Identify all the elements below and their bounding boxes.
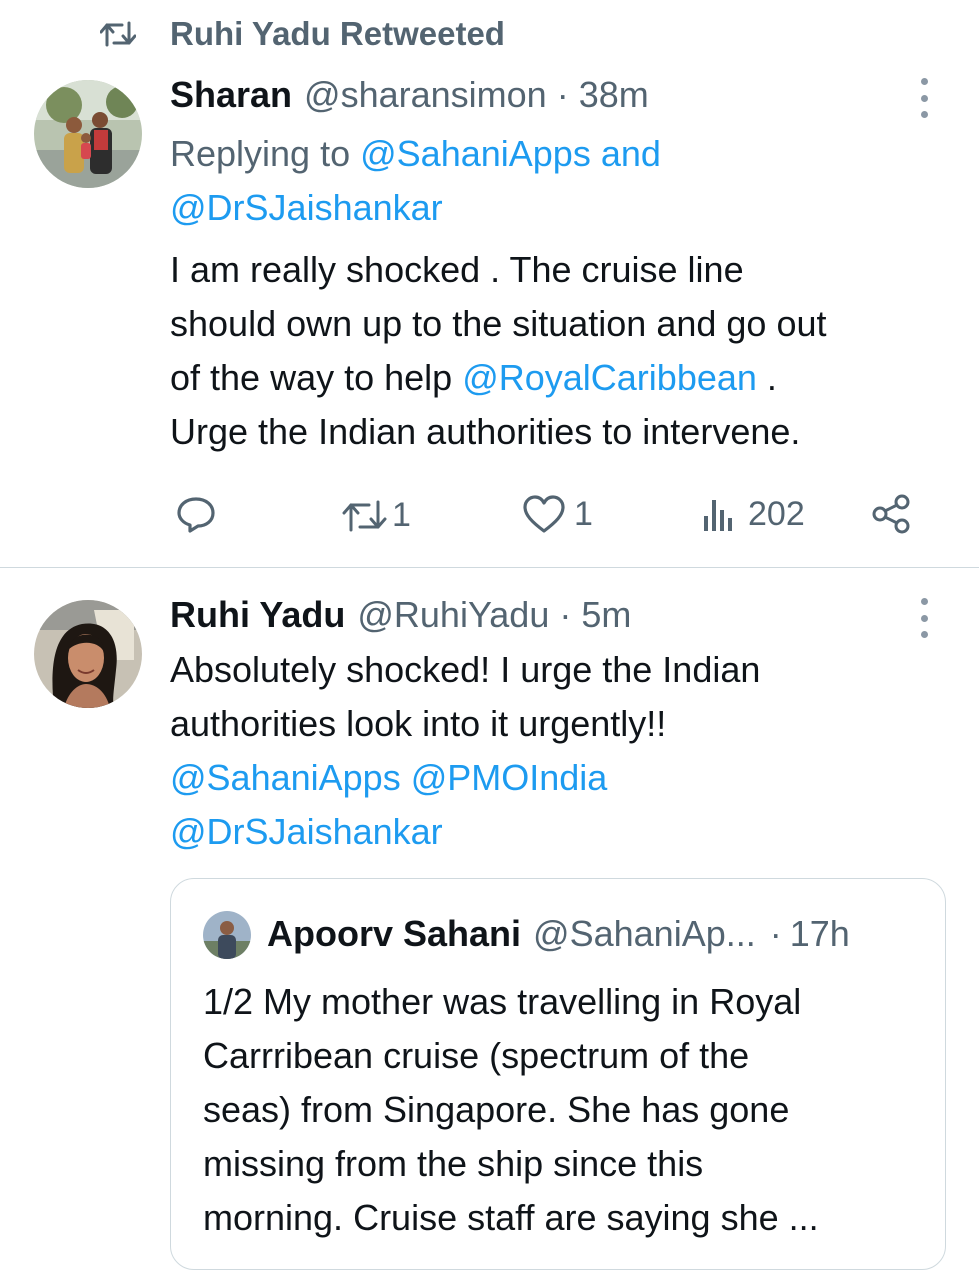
quoted-text: Carrribean cruise (spectrum of the <box>203 1035 750 1076</box>
tweet-text: I am really shocked . The cruise line <box>170 249 744 290</box>
tweet-text: authorities look into it urgently!! <box>170 703 667 744</box>
views-button[interactable]: 202 <box>700 494 805 534</box>
separator-dot: · <box>559 594 572 635</box>
avatar-sharan[interactable] <box>34 80 142 188</box>
retweet-header[interactable]: Ruhi Yadu Retweeted <box>100 14 505 54</box>
quoted-text: missing from the ship since this <box>203 1143 704 1184</box>
quoted-tweet-header: Apoorv Sahani @SahaniAp... · 17h <box>267 913 850 955</box>
tweet-1-body: I am really shocked . The cruise line sh… <box>170 243 827 459</box>
author-name[interactable]: Ruhi Yadu <box>170 594 345 636</box>
replying-to-label: Replying to <box>170 133 351 174</box>
tweet-2-body: Absolutely shocked! I urge the Indian au… <box>170 643 760 859</box>
more-options-icon[interactable] <box>916 598 932 638</box>
replying-to: Replying to @SahaniApps and @DrSJaishank… <box>170 127 661 235</box>
retweet-count: 1 <box>392 496 411 534</box>
mention-link[interactable]: @PMOIndia <box>411 757 608 798</box>
tweet-divider <box>0 567 979 568</box>
heart-icon <box>523 495 565 533</box>
views-count: 202 <box>748 494 805 533</box>
quoted-tweet-card[interactable]: Apoorv Sahani @SahaniAp... · 17h 1/2 My … <box>170 878 946 1270</box>
tweet-2-header: Ruhi Yadu @RuhiYadu · 5m <box>170 594 631 636</box>
avatar-apoorv-sahani[interactable] <box>203 911 251 959</box>
mention-link[interactable]: @DrSJaishankar <box>170 811 443 852</box>
tweet-text: should own up to the situation and go ou… <box>170 303 827 344</box>
reply-icon <box>177 497 215 533</box>
reply-button[interactable] <box>176 494 216 534</box>
retweet-button[interactable]: 1 <box>342 496 411 535</box>
quoted-tweet-body: 1/2 My mother was travelling in Royal Ca… <box>203 975 819 1245</box>
tweet-text: . <box>766 357 777 398</box>
mention-link[interactable]: @SahaniApps <box>360 133 591 174</box>
retweet-icon <box>342 500 387 531</box>
tweet-time[interactable]: 5m <box>581 594 631 636</box>
reply-and: and <box>600 133 661 174</box>
quoted-text: 1/2 My mother was travelling in Royal <box>203 981 802 1022</box>
mention-link[interactable]: @DrSJaishankar <box>170 187 443 228</box>
mention-link[interactable]: @RoyalCaribbean <box>462 357 757 398</box>
tweet-text: Absolutely shocked! I urge the Indian <box>170 649 761 690</box>
retweet-label: Ruhi Yadu Retweeted <box>170 15 505 52</box>
quoted-author-name[interactable]: Apoorv Sahani <box>267 913 521 955</box>
quoted-tweet-time[interactable]: 17h <box>790 913 850 955</box>
tweet-time[interactable]: 38m <box>579 74 649 116</box>
like-count: 1 <box>574 494 593 533</box>
tweet-text: Urge the Indian authorities to intervene… <box>170 411 801 452</box>
share-icon <box>872 494 910 534</box>
quoted-text: morning. Cruise staff are saying she ... <box>203 1197 819 1238</box>
author-handle[interactable]: @RuhiYadu <box>357 594 549 636</box>
author-handle[interactable]: @sharansimon <box>304 74 547 116</box>
retweet-icon <box>100 21 136 47</box>
share-button[interactable] <box>870 492 914 536</box>
avatar-ruhi-yadu[interactable] <box>34 600 142 708</box>
tweet-text: of the way to help <box>170 357 453 398</box>
tweet-1-header: Sharan @sharansimon · 38m <box>170 74 649 116</box>
quoted-text: seas) from Singapore. She has gone <box>203 1089 790 1130</box>
quoted-author-handle[interactable]: @SahaniAp... <box>533 913 756 955</box>
author-name[interactable]: Sharan <box>170 74 292 116</box>
like-button[interactable]: 1 <box>522 494 593 534</box>
more-options-icon[interactable] <box>916 78 932 118</box>
separator-dot: · <box>769 913 782 954</box>
views-icon <box>704 500 732 531</box>
separator-dot: · <box>556 74 569 115</box>
mention-link[interactable]: @SahaniApps <box>170 757 401 798</box>
